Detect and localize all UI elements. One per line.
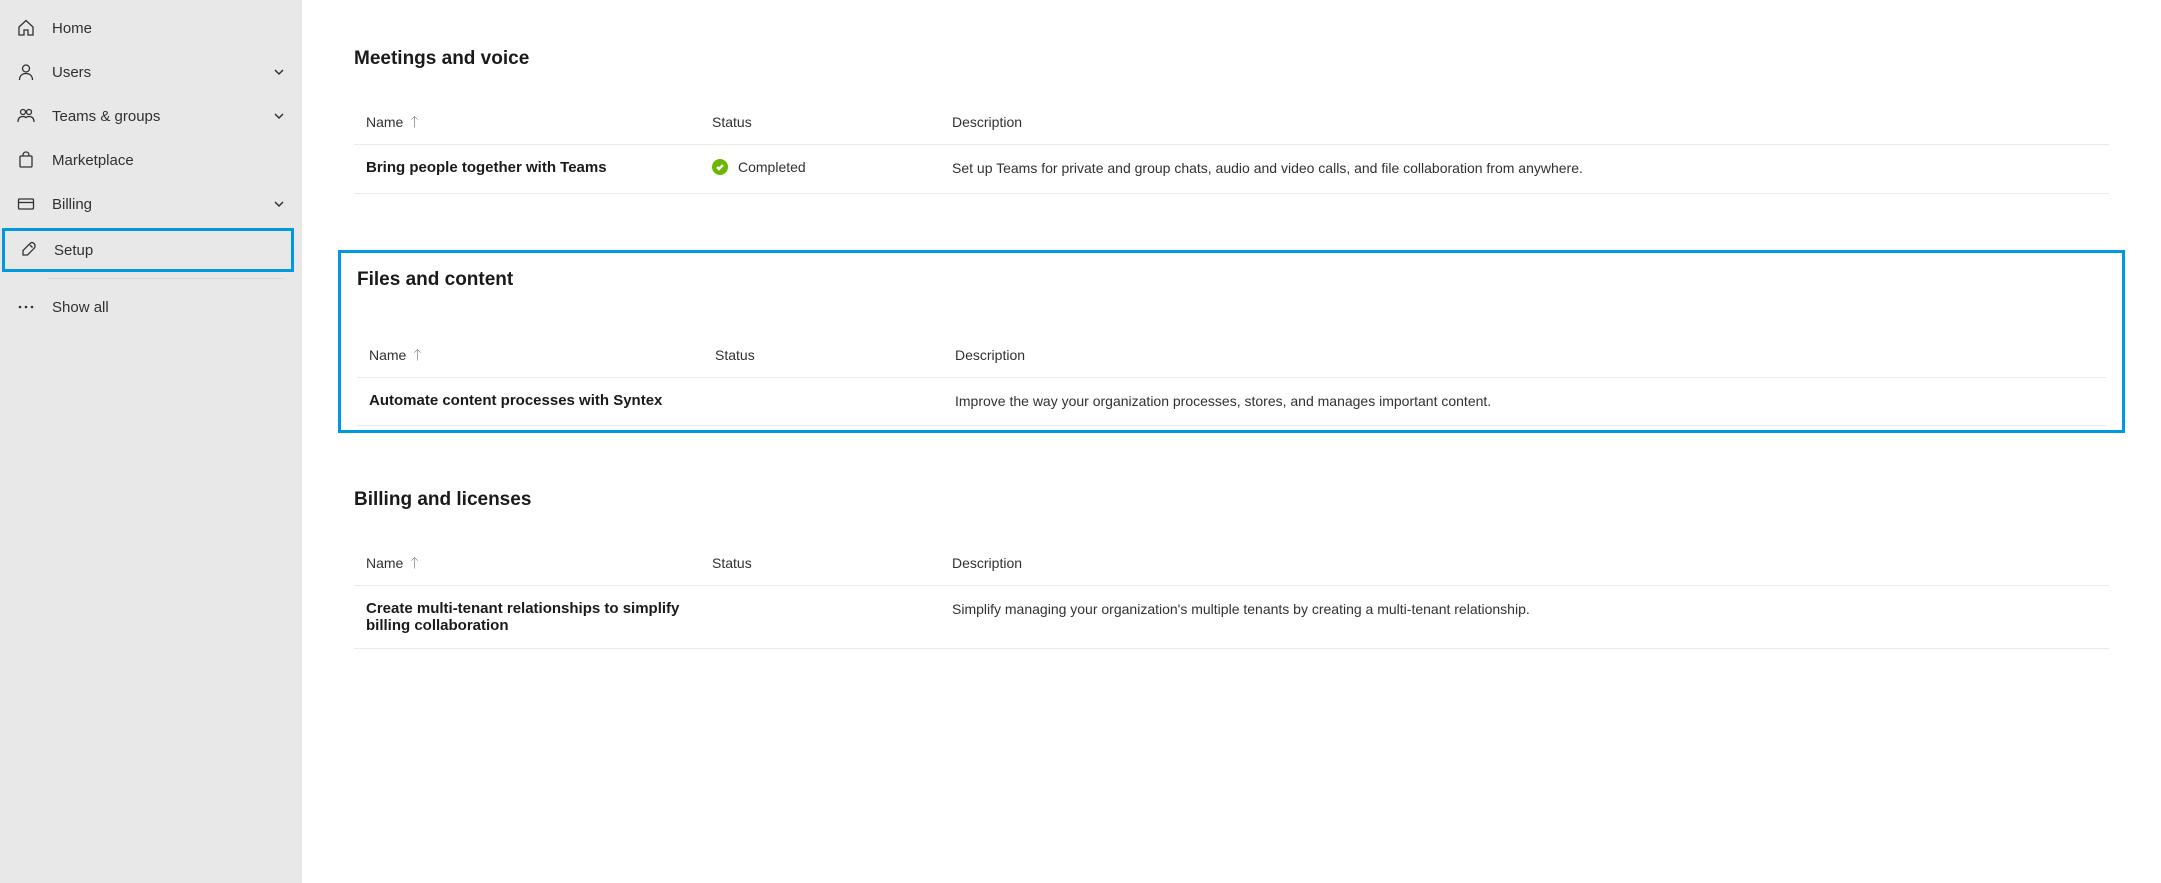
row-name-link[interactable]: Bring people together with Teams (366, 159, 712, 176)
column-label: Name (369, 347, 406, 363)
column-label: Status (715, 347, 755, 363)
sidebar-item-show-all[interactable]: Show all (0, 285, 302, 329)
sidebar: Home Users Teams & groups Marketplace Bi… (0, 0, 302, 883)
row-description: Simplify managing your organization's mu… (952, 600, 2097, 620)
chevron-down-icon (272, 197, 286, 211)
sidebar-item-label: Teams & groups (52, 108, 272, 125)
column-label: Description (952, 555, 1022, 571)
table-row: Bring people together with Teams Complet… (354, 145, 2109, 194)
table-row: Create multi-tenant relationships to sim… (354, 586, 2109, 649)
column-header-name[interactable]: Name (369, 347, 715, 363)
column-header-status[interactable]: Status (715, 347, 955, 363)
people-icon (16, 106, 36, 126)
check-icon (712, 159, 728, 175)
column-header-description[interactable]: Description (955, 347, 2094, 363)
sidebar-item-setup[interactable]: Setup (2, 228, 294, 272)
user-icon (16, 62, 36, 82)
column-label: Name (366, 555, 403, 571)
setup-table: Name Status Description Bring people tog… (354, 114, 2109, 194)
section-title: Meetings and voice (354, 48, 2109, 70)
row-name-link[interactable]: Create multi-tenant relationships to sim… (366, 600, 712, 634)
chevron-down-icon (272, 65, 286, 79)
section-title: Files and content (357, 269, 2106, 291)
setup-table: Name Status Description Create multi-ten… (354, 555, 2109, 649)
card-icon (16, 194, 36, 214)
sidebar-item-label: Users (52, 64, 272, 81)
sidebar-item-billing[interactable]: Billing (0, 182, 302, 226)
chevron-down-icon (272, 109, 286, 123)
nav-separator (48, 278, 284, 279)
column-header-status[interactable]: Status (712, 555, 952, 571)
table-header: Name Status Description (357, 347, 2106, 378)
section-billing-licenses: Billing and licenses Name Status Descrip… (354, 489, 2109, 649)
column-header-name[interactable]: Name (366, 555, 712, 571)
sidebar-item-label: Setup (54, 242, 278, 259)
column-header-status[interactable]: Status (712, 114, 952, 130)
column-label: Name (366, 114, 403, 130)
row-name-link[interactable]: Automate content processes with Syntex (369, 392, 715, 409)
column-label: Status (712, 555, 752, 571)
table-header: Name Status Description (354, 114, 2109, 145)
setup-table: Name Status Description Automate content… (357, 347, 2106, 427)
status-text: Completed (738, 159, 806, 175)
wrench-icon (18, 240, 38, 260)
row-description: Set up Teams for private and group chats… (952, 159, 2097, 179)
row-description: Improve the way your organization proces… (955, 392, 2094, 412)
row-status: Completed (712, 159, 952, 175)
column-header-description[interactable]: Description (952, 555, 2097, 571)
column-label: Description (952, 114, 1022, 130)
sort-up-icon (412, 348, 423, 362)
column-label: Description (955, 347, 1025, 363)
ellipsis-icon (16, 297, 36, 317)
home-icon (16, 18, 36, 38)
sidebar-item-teams-groups[interactable]: Teams & groups (0, 94, 302, 138)
bag-icon (16, 150, 36, 170)
sort-up-icon (409, 115, 420, 129)
column-header-name[interactable]: Name (366, 114, 712, 130)
sidebar-item-label: Show all (52, 299, 286, 316)
sort-up-icon (409, 556, 420, 570)
sidebar-item-label: Billing (52, 196, 272, 213)
sidebar-item-label: Home (52, 20, 286, 37)
sidebar-item-home[interactable]: Home (0, 6, 302, 50)
column-label: Status (712, 114, 752, 130)
table-row: Automate content processes with Syntex I… (357, 378, 2106, 427)
table-header: Name Status Description (354, 555, 2109, 586)
main-content: Meetings and voice Name Status Descripti… (302, 0, 2161, 883)
column-header-description[interactable]: Description (952, 114, 2097, 130)
sidebar-item-marketplace[interactable]: Marketplace (0, 138, 302, 182)
sidebar-item-users[interactable]: Users (0, 50, 302, 94)
section-meetings-voice: Meetings and voice Name Status Descripti… (354, 48, 2109, 194)
section-files-content: Files and content Name Status Descriptio… (338, 250, 2125, 434)
section-title: Billing and licenses (354, 489, 2109, 511)
sidebar-item-label: Marketplace (52, 152, 286, 169)
